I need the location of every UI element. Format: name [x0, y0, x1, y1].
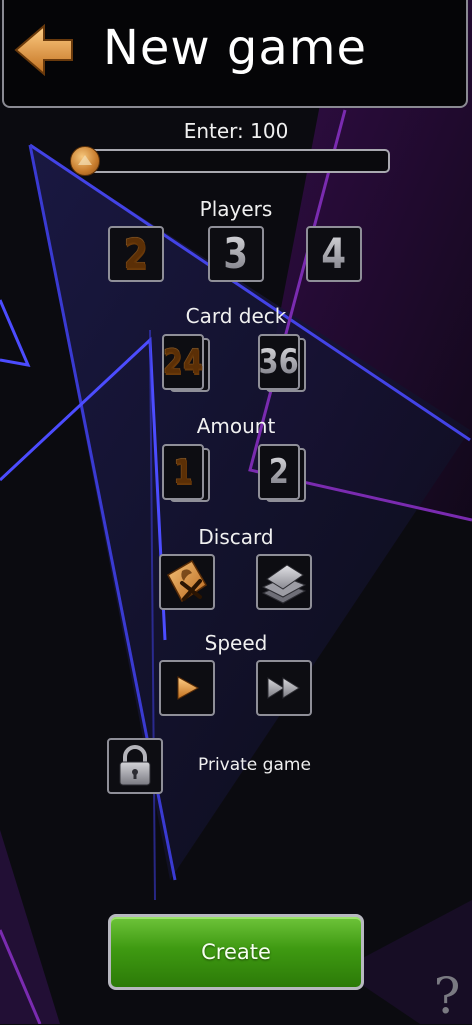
deck-option-24[interactable]: 24	[162, 334, 214, 394]
amount-option-2[interactable]: 2	[258, 444, 310, 504]
entry-label: Enter: 100	[183, 119, 289, 143]
page-title: New game	[102, 20, 368, 76]
play-icon	[177, 676, 200, 700]
option-value: 2	[268, 452, 290, 492]
option-value: 36	[258, 342, 300, 382]
private-game-label: Private game	[198, 755, 311, 775]
players-option-2[interactable]: 2	[108, 226, 164, 282]
option-value: 4	[321, 229, 347, 278]
lock-icon	[119, 745, 151, 786]
fast-forward-icon	[267, 677, 300, 699]
deck-label: Card deck	[185, 304, 287, 328]
discard-label: Discard	[198, 525, 274, 549]
option-value: 3	[223, 229, 249, 278]
card-front: 1	[162, 444, 204, 500]
help-button[interactable]: ?	[430, 968, 464, 1024]
option-value: 1	[172, 452, 194, 492]
discard-option-on[interactable]	[159, 554, 215, 610]
option-value: 24	[162, 342, 204, 382]
players-option-4[interactable]: 4	[306, 226, 362, 282]
amount-label: Amount	[196, 414, 276, 438]
private-game-toggle[interactable]	[107, 738, 163, 794]
speed-option-fast[interactable]	[256, 660, 312, 716]
create-button-label: Create	[201, 940, 271, 964]
header-bar: New game	[2, 0, 468, 108]
card-pile-icon	[261, 564, 307, 604]
card-front: 36	[258, 334, 300, 390]
create-button[interactable]: Create	[108, 914, 364, 990]
card-front: 2	[258, 444, 300, 500]
speed-label: Speed	[204, 631, 268, 655]
option-value: 2	[123, 229, 149, 278]
slider-handle[interactable]	[70, 146, 100, 176]
speed-option-normal[interactable]	[159, 660, 215, 716]
card-front: 24	[162, 334, 204, 390]
deck-option-36[interactable]: 36	[258, 334, 310, 394]
players-option-3[interactable]: 3	[208, 226, 264, 282]
discard-option-off[interactable]	[256, 554, 312, 610]
players-label: Players	[199, 197, 273, 221]
amount-option-1[interactable]: 1	[162, 444, 214, 504]
discard-cross-icon	[166, 559, 208, 603]
entry-slider[interactable]	[70, 146, 390, 176]
